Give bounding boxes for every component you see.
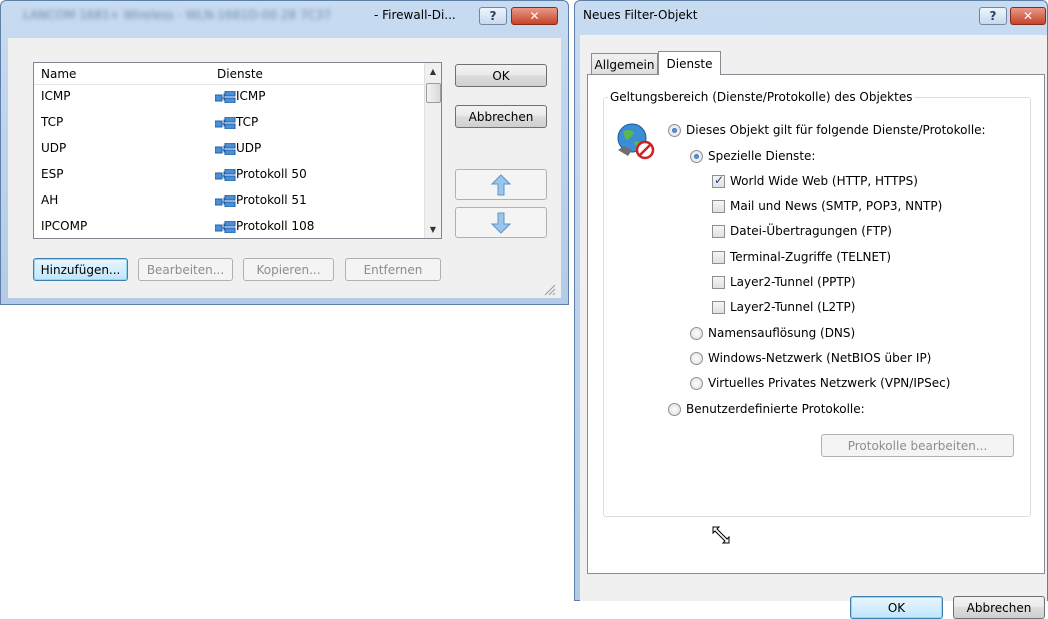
service-network-icon (215, 91, 236, 103)
scroll-down-icon[interactable]: ▼ (425, 221, 441, 238)
dialog-client-area: Name Dienste ICMP ICMP TCP TCP UDP UDP ESP Prot… (8, 38, 561, 298)
help-icon: ? (489, 9, 497, 23)
radio-vpn[interactable] (690, 377, 703, 390)
tab-services[interactable]: Dienste (658, 51, 721, 75)
service-checkbox-label[interactable]: Datei-Übertragungen (FTP) (730, 224, 892, 238)
radio-custom-label[interactable]: Benutzerdefinierte Protokolle: (686, 402, 865, 416)
tab-general[interactable]: Allgemein (591, 53, 658, 75)
remove-button[interactable]: Entfernen (345, 258, 441, 281)
list-header: Name Dienste (34, 63, 424, 85)
scroll-thumb[interactable] (426, 83, 441, 103)
row-name: AH (41, 193, 59, 207)
radio-dns[interactable] (690, 327, 703, 340)
column-header-name[interactable]: Name (41, 67, 76, 81)
row-service: Protokoll 51 (236, 193, 307, 207)
window-title: - Firewall-Di... (374, 8, 456, 22)
radio-main-label[interactable]: Dieses Objekt gilt für folgende Dienste/… (686, 123, 986, 137)
service-checkbox[interactable] (712, 275, 725, 289)
table-row[interactable]: ESP Protokoll 50 (34, 163, 424, 186)
close-icon-2: ✕ (1022, 9, 1034, 23)
row-name: ESP (41, 167, 64, 181)
window-title-2: Neues Filter-Objekt (583, 8, 698, 22)
resize-cursor-icon (712, 526, 730, 544)
row-name: TCP (41, 115, 64, 129)
copy-button[interactable]: Kopieren... (243, 258, 334, 281)
ok-button-2[interactable]: OK (850, 596, 943, 619)
service-checkbox-label[interactable]: World Wide Web (HTTP, HTTPS) (730, 174, 918, 188)
vertical-scrollbar[interactable]: ▲ ▼ (424, 63, 441, 238)
move-down-button[interactable] (455, 207, 547, 238)
row-service: ICMP (236, 89, 266, 103)
table-row[interactable]: IPCOMP Protokoll 108 (34, 215, 424, 238)
group-title: Geltungsbereich (Dienste/Protokolle) des… (608, 90, 915, 104)
table-row[interactable]: TCP TCP (34, 111, 424, 134)
move-up-button[interactable] (455, 169, 547, 200)
firewall-dialog-window: LANCOM 1681+ Wireless - WLN-1681D-00 28 … (0, 0, 569, 305)
title-blurred-prefix: LANCOM 1681+ Wireless - WLN-1681D-00 28 … (23, 8, 332, 22)
service-checkbox[interactable] (712, 173, 725, 188)
service-checkbox[interactable] (712, 301, 725, 314)
close-icon: ✕ (529, 9, 540, 23)
row-name: UDP (41, 141, 67, 155)
row-service: Protokoll 50 (236, 167, 307, 181)
service-checkbox[interactable] (712, 200, 725, 214)
service-network-icon (215, 143, 236, 155)
close-button[interactable]: ✕ (511, 7, 558, 25)
service-checkbox[interactable] (712, 250, 725, 264)
tab-panel-services: Geltungsbereich (Dienste/Protokolle) des… (587, 74, 1045, 574)
scroll-up-icon[interactable]: ▲ (425, 63, 441, 80)
help-button[interactable]: ? (479, 7, 507, 25)
row-name: IPCOMP (41, 219, 88, 233)
service-checkbox-label[interactable]: Layer2-Tunnel (L2TP) (730, 300, 855, 314)
service-network-icon (215, 169, 236, 181)
service-checkbox-label[interactable]: Layer2-Tunnel (PPTP) (730, 275, 856, 289)
service-network-icon (215, 221, 236, 233)
radio-custom-protocols[interactable] (668, 403, 681, 416)
service-checkbox[interactable] (712, 225, 725, 239)
title-bar: LANCOM 1681+ Wireless - WLN-1681D-00 28 … (1, 1, 568, 27)
new-filter-object-window: Neues Filter-Objekt ? ✕ Allgemein Dienst… (574, 0, 1048, 619)
help-icon-2: ? (989, 9, 997, 23)
close-button-2[interactable]: ✕ (1010, 7, 1046, 25)
resize-grip-icon[interactable] (544, 284, 556, 296)
radio-vpn-label[interactable]: Virtuelles Privates Netzwerk (VPN/IPSec) (708, 376, 950, 390)
title-bar-2: Neues Filter-Objekt ? ✕ (575, 1, 1047, 27)
row-service: Protokoll 108 (236, 219, 315, 233)
table-row[interactable]: ICMP ICMP (34, 85, 424, 108)
services-list[interactable]: Name Dienste ICMP ICMP TCP TCP UDP UDP ESP Prot… (33, 62, 442, 239)
radio-netbios-label[interactable]: Windows-Netzwerk (NetBIOS über IP) (708, 351, 931, 365)
radio-dns-label[interactable]: Namensauflösung (DNS) (708, 326, 855, 340)
row-name: ICMP (41, 89, 71, 103)
edit-protocols-button[interactable]: Protokolle bearbeiten... (821, 434, 1014, 457)
ok-button[interactable]: OK (455, 64, 547, 87)
row-service: TCP (236, 115, 259, 129)
table-row[interactable]: AH Protokoll 51 (34, 189, 424, 212)
scope-groupbox: Geltungsbereich (Dienste/Protokolle) des… (603, 90, 1031, 517)
column-header-services[interactable]: Dienste (217, 67, 263, 81)
add-button[interactable]: Hinzufügen... (33, 258, 128, 281)
arrow-down-icon (491, 212, 511, 234)
help-button-2[interactable]: ? (979, 7, 1007, 25)
service-network-icon (215, 117, 236, 129)
service-checkbox-label[interactable]: Mail und News (SMTP, POP3, NNTP) (730, 199, 942, 213)
radio-special-services[interactable] (690, 150, 703, 163)
radio-netbios[interactable] (690, 352, 703, 365)
arrow-up-icon (491, 173, 511, 195)
service-network-icon (215, 195, 236, 207)
table-row[interactable]: UDP UDP (34, 137, 424, 160)
cancel-button-2[interactable]: Abbrechen (953, 596, 1045, 619)
dialog2-client-area: Allgemein Dienste Geltungsbereich (Diens… (580, 35, 1047, 619)
radio-special-label[interactable]: Spezielle Dienste: (708, 149, 815, 163)
radio-main[interactable] (668, 124, 681, 137)
cancel-button[interactable]: Abbrechen (455, 105, 547, 128)
edit-button[interactable]: Bearbeiten... (138, 258, 233, 281)
row-service: UDP (236, 141, 262, 155)
service-checkbox-label[interactable]: Terminal-Zugriffe (TELNET) (730, 250, 891, 264)
network-globe-icon (617, 123, 655, 160)
